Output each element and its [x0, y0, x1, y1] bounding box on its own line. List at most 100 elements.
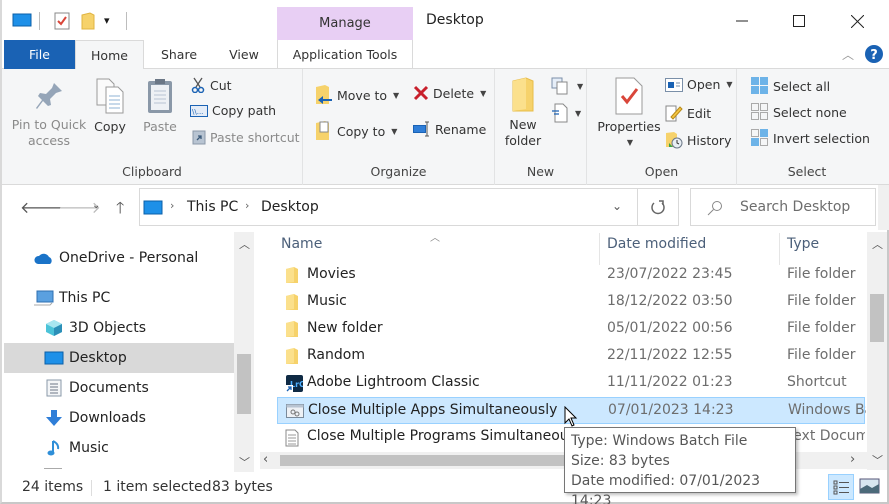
column-header-name[interactable]: Name [281, 236, 322, 263]
nav-pane-scrollbar[interactable]: ︿ ﹀ [234, 232, 254, 472]
customize-quick-access-icon[interactable]: ▾ [104, 14, 110, 27]
file-row[interactable]: Music 18/12/2022 03:50 File folder [277, 289, 865, 316]
back-button[interactable]: 🡐 [20, 197, 63, 217]
scroll-up-icon[interactable]: ︿ [869, 236, 886, 252]
nav-item-desktop[interactable]: Desktop [4, 343, 234, 373]
tab-application-tools[interactable]: Application Tools [277, 40, 413, 69]
rename-button[interactable]: Rename [413, 121, 486, 137]
folder-icon [285, 321, 301, 337]
properties-button[interactable]: Properties ▼ [595, 77, 663, 151]
cut-button[interactable]: Cut [190, 77, 232, 93]
manage-context-tab[interactable]: Manage [277, 7, 413, 40]
column-header-type[interactable]: Type [787, 236, 819, 263]
easy-access-button[interactable]: ▼ [551, 103, 581, 123]
file-row[interactable]: Random 22/11/2022 12:55 File folder [277, 343, 865, 370]
details-view-icon [833, 480, 849, 495]
file-row[interactable]: New folder 05/01/2022 00:56 File folder [277, 316, 865, 343]
breadcrumb-separator-icon[interactable]: › [245, 199, 249, 212]
tab-view[interactable]: View [220, 40, 268, 69]
scrollbar-thumb[interactable] [870, 294, 884, 342]
close-button[interactable] [834, 6, 880, 36]
breadcrumb-this-pc[interactable]: This PC [187, 199, 238, 215]
open-group: Properties ▼ Open ▼ Edit History Open [587, 69, 737, 185]
scroll-up-icon[interactable]: ︿ [236, 236, 253, 252]
copy-button[interactable]: Copy [90, 77, 130, 135]
clipboard-group-label: Clipboard [122, 164, 182, 179]
organize-group-label: Organize [370, 164, 427, 179]
refresh-button[interactable] [638, 188, 679, 226]
move-to-icon [316, 85, 332, 104]
paste-button[interactable]: Paste [140, 77, 180, 135]
copy-path-icon: \\... [190, 104, 208, 117]
search-icon [707, 200, 723, 219]
nav-item-documents[interactable]: Documents [4, 373, 234, 403]
column-header-date-modified[interactable]: Date modified [607, 236, 706, 263]
document-icon [44, 378, 64, 398]
minimize-button[interactable] [719, 6, 765, 36]
new-folder-button[interactable]: New folder [501, 77, 545, 149]
nav-item-3d-objects[interactable]: 3D Objects [4, 313, 234, 343]
breadcrumb-separator-icon[interactable]: › [170, 199, 174, 212]
lightroom-shortcut-icon: LrC [285, 375, 305, 393]
file-list-scrollbar[interactable]: ︿ ﹀ [867, 232, 887, 470]
item-count: 24 items [22, 479, 84, 495]
download-icon [44, 408, 64, 428]
new-item-button[interactable]: ▼ [551, 77, 583, 95]
select-group: Select all Select none Invert selection … [737, 69, 877, 185]
scroll-down-icon[interactable]: ﹀ [869, 452, 886, 468]
file-row[interactable]: LrC Adobe Lightroom Classic 11/11/2022 0… [277, 370, 865, 397]
copy-path-button[interactable]: \\... Copy path [190, 103, 276, 118]
edit-button[interactable]: Edit [665, 104, 711, 122]
partially-visible-nav-item [44, 468, 62, 469]
nav-item-downloads[interactable]: Downloads [4, 403, 234, 433]
details-view-button[interactable] [828, 474, 854, 500]
nav-item-music[interactable]: Music [4, 433, 234, 463]
pin-icon [36, 83, 62, 109]
pin-to-quick-access-button[interactable]: Pin to Quick access [10, 79, 88, 149]
scrollbar-thumb[interactable] [280, 455, 580, 466]
nav-item-this-pc[interactable]: This PC [4, 283, 234, 313]
select-none-button[interactable]: Select none [751, 103, 847, 121]
search-box[interactable]: Search Desktop [690, 188, 876, 226]
tab-home[interactable]: Home [75, 40, 144, 70]
scroll-left-icon[interactable]: ‹ [263, 452, 268, 467]
invert-selection-button[interactable]: Invert selection [751, 129, 870, 147]
file-row[interactable]: Movies 23/07/2022 23:45 File folder [277, 262, 865, 289]
scrollbar-thumb[interactable] [237, 354, 251, 414]
delete-button[interactable]: Delete ▼ [413, 85, 486, 101]
select-all-icon [751, 77, 768, 94]
organize-group: Move to ▼ Copy to ▼ Delete ▼ Rename Organiz… [303, 69, 495, 185]
address-bar[interactable]: › This PC › Desktop ⌄ [139, 188, 638, 226]
ribbon-tabs: File Home Share View Application Tools ︿… [2, 40, 889, 70]
selection-size: 83 bytes [212, 479, 273, 495]
new-folder-icon[interactable] [81, 12, 95, 33]
copy-icon [96, 78, 124, 114]
collapse-ribbon-icon[interactable]: ︿ [842, 46, 854, 63]
recent-locations-button[interactable]: ⌄ [92, 200, 100, 211]
properties-icon[interactable] [54, 12, 70, 33]
open-button[interactable]: Open ▼ [665, 77, 733, 92]
column-divider[interactable] [599, 233, 600, 265]
scroll-down-icon[interactable]: ﹀ [236, 454, 253, 470]
history-button[interactable]: History [665, 131, 731, 149]
paste-shortcut-button[interactable]: Paste shortcut [192, 129, 300, 145]
tab-share[interactable]: Share [152, 40, 206, 69]
help-icon[interactable]: ? [864, 44, 884, 67]
select-all-button[interactable]: Select all [751, 77, 830, 95]
desktop-icon[interactable] [12, 12, 32, 31]
maximize-button[interactable] [776, 6, 822, 36]
move-to-button[interactable]: Move to ▼ [315, 85, 399, 105]
copy-to-button[interactable]: Copy to ▼ [315, 121, 397, 141]
tab-file[interactable]: File [4, 40, 75, 69]
address-dropdown-icon[interactable]: ⌄ [612, 199, 622, 213]
svg-text:?: ? [870, 48, 878, 63]
open-group-label: Open [644, 164, 679, 179]
column-divider[interactable] [779, 233, 780, 265]
nav-item-onedrive[interactable]: OneDrive - Personal [4, 243, 234, 273]
invert-selection-icon [751, 129, 768, 146]
up-button[interactable]: 🡑 [116, 197, 124, 224]
scroll-right-icon[interactable]: › [850, 452, 855, 467]
breadcrumb-desktop[interactable]: Desktop [261, 199, 319, 215]
batch-file-icon [286, 403, 304, 419]
large-icons-view-button[interactable] [859, 477, 881, 499]
